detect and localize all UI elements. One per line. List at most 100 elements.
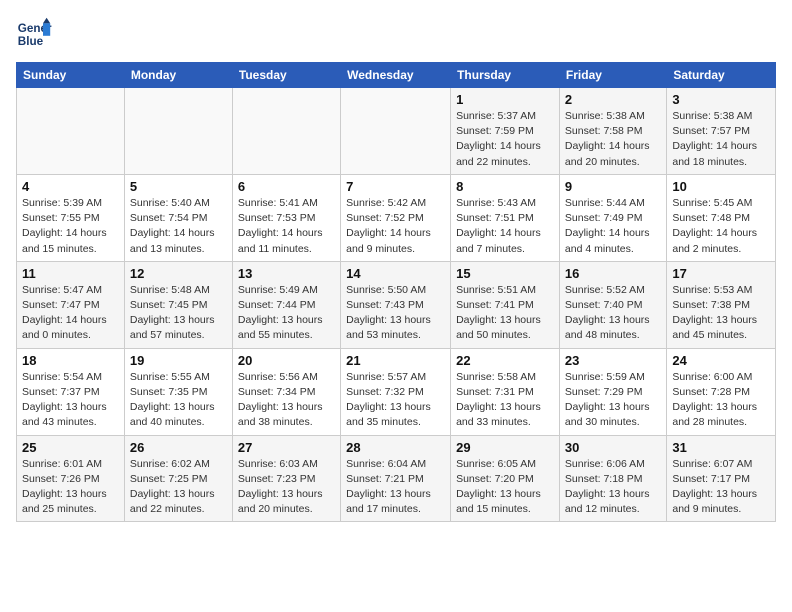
day-info: Sunrise: 6:04 AM Sunset: 7:21 PM Dayligh…: [346, 457, 445, 518]
weekday-header-friday: Friday: [559, 63, 666, 88]
calendar-cell: 5 Sunrise: 5:40 AM Sunset: 7:54 PM Daylig…: [124, 174, 232, 261]
calendar-cell: 13Sunrise: 5:49 AM Sunset: 7:44 PM Dayli…: [232, 261, 340, 348]
day-number: 2: [565, 92, 661, 107]
day-info: Sunrise: 5:51 AM Sunset: 7:41 PM Dayligh…: [456, 283, 554, 344]
weekday-header-saturday: Saturday: [667, 63, 776, 88]
calendar-cell: 9Sunrise: 5:44 AM Sunset: 7:49 PM Daylig…: [559, 174, 666, 261]
day-info: Sunrise: 6:07 AM Sunset: 7:17 PM Dayligh…: [672, 457, 770, 518]
calendar-cell: 7 Sunrise: 5:42 AM Sunset: 7:52 PM Daylig…: [341, 174, 451, 261]
calendar-cell: 8Sunrise: 5:43 AM Sunset: 7:51 PM Daylig…: [451, 174, 560, 261]
day-number: 10: [672, 179, 770, 194]
day-number: 22: [456, 353, 554, 368]
day-info: Sunrise: 5:50 AM Sunset: 7:43 PM Dayligh…: [346, 283, 445, 344]
calendar-cell: [232, 88, 340, 175]
day-number: 25: [22, 440, 119, 455]
svg-text:Blue: Blue: [18, 35, 44, 48]
calendar-cell: 15 Sunrise: 5:51 AM Sunset: 7:41 PM Dayli…: [451, 261, 560, 348]
day-number: 23: [565, 353, 661, 368]
day-number: 5: [130, 179, 227, 194]
calendar-cell: 28 Sunrise: 6:04 AM Sunset: 7:21 PM Dayli…: [341, 435, 451, 522]
day-info: Sunrise: 5:56 AM Sunset: 7:34 PM Dayligh…: [238, 370, 335, 431]
calendar-cell: 21 Sunrise: 5:57 AM Sunset: 7:32 PM Dayli…: [341, 348, 451, 435]
weekday-header-wednesday: Wednesday: [341, 63, 451, 88]
day-info: Sunrise: 5:58 AM Sunset: 7:31 PM Dayligh…: [456, 370, 554, 431]
day-number: 14: [346, 266, 445, 281]
calendar-cell: 22 Sunrise: 5:58 AM Sunset: 7:31 PM Dayli…: [451, 348, 560, 435]
day-info: Sunrise: 5:47 AM Sunset: 7:47 PM Dayligh…: [22, 283, 119, 344]
day-info: Sunrise: 6:03 AM Sunset: 7:23 PM Dayligh…: [238, 457, 335, 518]
day-info: Sunrise: 5:37 AM Sunset: 7:59 PM Dayligh…: [456, 109, 554, 170]
day-info: Sunrise: 5:38 AM Sunset: 7:58 PM Dayligh…: [565, 109, 661, 170]
day-info: Sunrise: 6:05 AM Sunset: 7:20 PM Dayligh…: [456, 457, 554, 518]
weekday-header-thursday: Thursday: [451, 63, 560, 88]
calendar-cell: 10 Sunrise: 5:45 AM Sunset: 7:48 PM Dayli…: [667, 174, 776, 261]
logo-icon: General Blue: [16, 16, 52, 52]
day-number: 31: [672, 440, 770, 455]
day-number: 1: [456, 92, 554, 107]
day-number: 29: [456, 440, 554, 455]
calendar-cell: 2 Sunrise: 5:38 AM Sunset: 7:58 PM Daylig…: [559, 88, 666, 175]
calendar-cell: 19 Sunrise: 5:55 AM Sunset: 7:35 PM Dayli…: [124, 348, 232, 435]
day-info: Sunrise: 6:00 AM Sunset: 7:28 PM Dayligh…: [672, 370, 770, 431]
day-number: 20: [238, 353, 335, 368]
day-info: Sunrise: 5:44 AM Sunset: 7:49 PM Dayligh…: [565, 196, 661, 257]
day-number: 16: [565, 266, 661, 281]
day-number: 19: [130, 353, 227, 368]
day-number: 13: [238, 266, 335, 281]
day-info: Sunrise: 5:38 AM Sunset: 7:57 PM Dayligh…: [672, 109, 770, 170]
day-number: 12: [130, 266, 227, 281]
logo: General Blue: [16, 16, 52, 52]
day-number: 27: [238, 440, 335, 455]
calendar-table: SundayMondayTuesdayWednesdayThursdayFrid…: [16, 62, 776, 522]
calendar-cell: 16 Sunrise: 5:52 AM Sunset: 7:40 PM Dayli…: [559, 261, 666, 348]
day-info: Sunrise: 5:41 AM Sunset: 7:53 PM Dayligh…: [238, 196, 335, 257]
calendar-cell: 4 Sunrise: 5:39 AM Sunset: 7:55 PM Daylig…: [17, 174, 125, 261]
day-number: 4: [22, 179, 119, 194]
calendar-cell: [124, 88, 232, 175]
day-info: Sunrise: 5:39 AM Sunset: 7:55 PM Dayligh…: [22, 196, 119, 257]
day-number: 8: [456, 179, 554, 194]
calendar-cell: 18Sunrise: 5:54 AM Sunset: 7:37 PM Dayli…: [17, 348, 125, 435]
day-number: 28: [346, 440, 445, 455]
calendar-cell: 31 Sunrise: 6:07 AM Sunset: 7:17 PM Dayli…: [667, 435, 776, 522]
calendar-cell: 14 Sunrise: 5:50 AM Sunset: 7:43 PM Dayli…: [341, 261, 451, 348]
calendar-cell: 1 Sunrise: 5:37 AM Sunset: 7:59 PM Daylig…: [451, 88, 560, 175]
calendar-cell: 20 Sunrise: 5:56 AM Sunset: 7:34 PM Dayli…: [232, 348, 340, 435]
day-info: Sunrise: 6:01 AM Sunset: 7:26 PM Dayligh…: [22, 457, 119, 518]
weekday-header-monday: Monday: [124, 63, 232, 88]
day-info: Sunrise: 5:57 AM Sunset: 7:32 PM Dayligh…: [346, 370, 445, 431]
day-number: 18: [22, 353, 119, 368]
calendar-cell: 26 Sunrise: 6:02 AM Sunset: 7:25 PM Dayli…: [124, 435, 232, 522]
calendar-cell: [341, 88, 451, 175]
day-number: 24: [672, 353, 770, 368]
calendar-cell: 3 Sunrise: 5:38 AM Sunset: 7:57 PM Daylig…: [667, 88, 776, 175]
day-number: 30: [565, 440, 661, 455]
day-info: Sunrise: 6:02 AM Sunset: 7:25 PM Dayligh…: [130, 457, 227, 518]
day-number: 6: [238, 179, 335, 194]
day-info: Sunrise: 5:55 AM Sunset: 7:35 PM Dayligh…: [130, 370, 227, 431]
day-info: Sunrise: 5:45 AM Sunset: 7:48 PM Dayligh…: [672, 196, 770, 257]
day-info: Sunrise: 5:59 AM Sunset: 7:29 PM Dayligh…: [565, 370, 661, 431]
day-info: Sunrise: 5:52 AM Sunset: 7:40 PM Dayligh…: [565, 283, 661, 344]
day-info: Sunrise: 5:42 AM Sunset: 7:52 PM Dayligh…: [346, 196, 445, 257]
calendar-cell: 30Sunrise: 6:06 AM Sunset: 7:18 PM Dayli…: [559, 435, 666, 522]
day-number: 11: [22, 266, 119, 281]
day-number: 17: [672, 266, 770, 281]
day-number: 21: [346, 353, 445, 368]
day-number: 7: [346, 179, 445, 194]
calendar-cell: 27 Sunrise: 6:03 AM Sunset: 7:23 PM Dayli…: [232, 435, 340, 522]
header: General Blue: [16, 16, 776, 52]
day-number: 15: [456, 266, 554, 281]
calendar-cell: 17 Sunrise: 5:53 AM Sunset: 7:38 PM Dayli…: [667, 261, 776, 348]
calendar-cell: 23 Sunrise: 5:59 AM Sunset: 7:29 PM Dayli…: [559, 348, 666, 435]
calendar-cell: 24 Sunrise: 6:00 AM Sunset: 7:28 PM Dayli…: [667, 348, 776, 435]
calendar-cell: 12Sunrise: 5:48 AM Sunset: 7:45 PM Dayli…: [124, 261, 232, 348]
day-number: 3: [672, 92, 770, 107]
day-info: Sunrise: 5:53 AM Sunset: 7:38 PM Dayligh…: [672, 283, 770, 344]
weekday-header-tuesday: Tuesday: [232, 63, 340, 88]
day-info: Sunrise: 5:40 AM Sunset: 7:54 PM Dayligh…: [130, 196, 227, 257]
calendar-cell: 6 Sunrise: 5:41 AM Sunset: 7:53 PM Daylig…: [232, 174, 340, 261]
calendar-cell: 11 Sunrise: 5:47 AM Sunset: 7:47 PM Dayli…: [17, 261, 125, 348]
calendar-cell: [17, 88, 125, 175]
day-number: 26: [130, 440, 227, 455]
